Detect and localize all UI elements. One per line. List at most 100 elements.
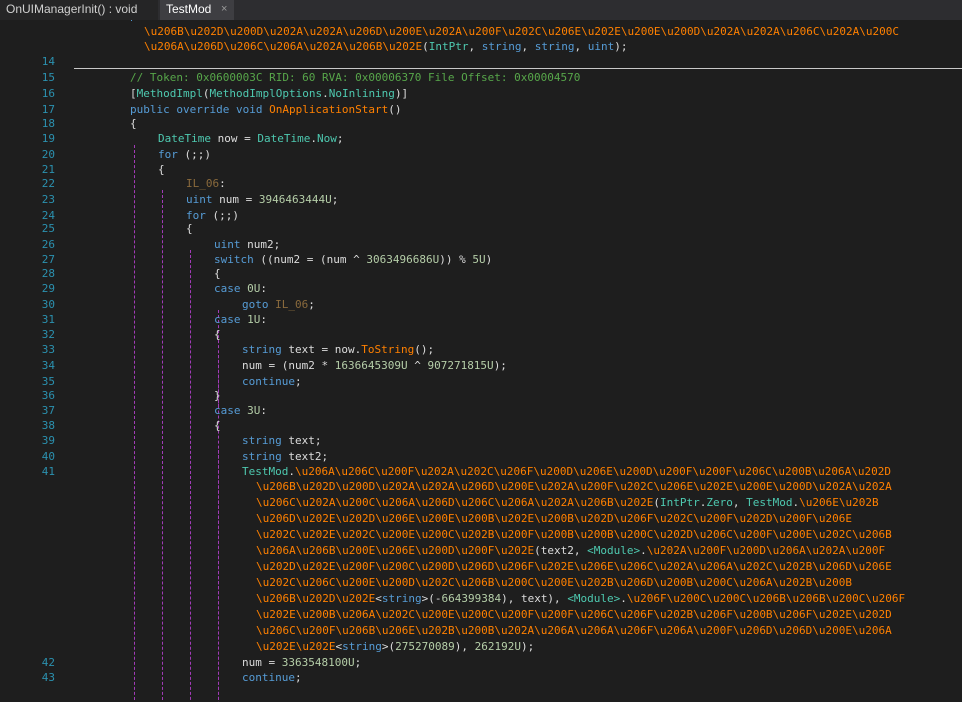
code-token: ; xyxy=(308,298,315,311)
code-token: switch xyxy=(214,253,254,266)
code-token: IL_06 xyxy=(275,298,309,311)
code-token: \u206D\u202E\u202D\u206E\u200E\u200B\u20… xyxy=(256,512,853,525)
line-number: 36 xyxy=(41,389,55,402)
code-token: ((num2 = (num ^ xyxy=(253,253,367,266)
code-token: <Module> xyxy=(567,592,621,605)
line-number: 20 xyxy=(41,148,55,161)
code-line: \u206C\u200F\u206B\u206E\u202B\u200B\u20… xyxy=(256,624,892,637)
code-line: \u202D\u202E\u200F\u200C\u200D\u206D\u20… xyxy=(256,560,892,573)
code-token: ; xyxy=(294,671,302,684)
code-token: \u206F\u200C\u200C\u206B\u206B\u200C\u20… xyxy=(626,592,906,605)
code-token: string xyxy=(481,40,522,53)
line-number: 40 xyxy=(41,450,55,463)
code-line: \u202C\u202E\u202C\u200E\u200C\u202B\u20… xyxy=(256,528,892,541)
code-token: 1636645309U xyxy=(334,359,408,372)
code-token: \u202D\u202E\u200F\u200C\u200D\u206D\u20… xyxy=(256,560,892,573)
indent-guide xyxy=(190,250,191,702)
code-token: ), xyxy=(454,640,475,653)
code-line: num = 3363548100U; xyxy=(242,656,361,669)
code-token: ( xyxy=(653,496,660,509)
code-token: Now xyxy=(316,132,337,145)
code-token: , xyxy=(468,40,482,53)
code-token: \u206A\u206D\u206C\u206A\u202A\u206B\u20… xyxy=(144,40,423,53)
code-token: for xyxy=(158,148,178,161)
code-token: <Module> xyxy=(587,544,641,557)
code-token: uint xyxy=(214,238,241,251)
code-token: for xyxy=(186,209,206,222)
code-token: . xyxy=(620,592,627,605)
code-token: IntPtr xyxy=(659,496,700,509)
line-number: 42 xyxy=(41,656,55,669)
tab-onuimanagerinit[interactable]: OnUIManagerInit() : void xyxy=(0,0,158,20)
line-number: 16 xyxy=(41,87,55,100)
line-number: 15 xyxy=(41,71,55,84)
code-token: 3363548100U xyxy=(281,656,355,669)
code-token: OnApplicationStart xyxy=(269,103,389,116)
code-token: } xyxy=(214,389,221,402)
code-token: 0U xyxy=(247,282,261,295)
code-line: DateTime now = DateTime.Now; xyxy=(158,132,343,145)
line-number: 27 xyxy=(41,253,55,266)
close-icon[interactable]: × xyxy=(221,0,227,19)
tab-label: OnUIManagerInit() : void xyxy=(6,2,138,16)
code-token: ) xyxy=(485,253,493,266)
code-token: num = xyxy=(212,193,259,206)
tab-label: TestMod xyxy=(166,2,212,16)
code-token: \u206B\u202D\u200D\u202A\u202A\u206D\u20… xyxy=(144,25,899,38)
code-token: , xyxy=(521,40,535,53)
code-token: (;;) xyxy=(205,209,239,222)
line-number: 39 xyxy=(41,434,55,447)
code-editor[interactable]: 13 private static extern int \u206A\u206C… xyxy=(0,20,962,702)
code-line: case 1U: xyxy=(214,313,267,326)
code-token: : xyxy=(260,282,267,295)
code-token: \u206C\u202A\u200C\u206A\u206D\u206C\u20… xyxy=(256,496,654,509)
code-token: : xyxy=(219,177,226,190)
code-token: 262192U xyxy=(474,640,521,653)
code-token: ), text), xyxy=(501,592,568,605)
code-token: . xyxy=(640,544,647,557)
code-token: { xyxy=(214,267,221,280)
line-number: 43 xyxy=(41,671,55,684)
code-token: DateTime xyxy=(257,132,311,145)
code-token: text; xyxy=(281,434,322,447)
code-token: (); xyxy=(414,343,435,356)
code-token: case xyxy=(214,404,248,417)
code-token: \u206B\u202D\u200D\u202A\u202A\u206D\u20… xyxy=(256,480,892,493)
code-line: TestMod.\u206A\u206C\u200F\u202A\u202C\u… xyxy=(242,465,891,478)
code-token: { xyxy=(130,117,137,130)
code-token: 907271815U xyxy=(427,359,494,372)
code-token: DateTime xyxy=(158,132,211,145)
code-token: % xyxy=(452,253,473,266)
code-token: MethodImplOptions xyxy=(209,87,323,100)
code-token: : xyxy=(260,404,267,417)
line-number: 13 xyxy=(0,20,55,22)
code-line: for (;;) xyxy=(186,209,239,222)
code-token: ); xyxy=(493,359,507,372)
code-token: case xyxy=(214,313,248,326)
tab-testmod[interactable]: TestMod × xyxy=(160,0,234,20)
code-token: , xyxy=(574,40,588,53)
code-line: IL_06: xyxy=(186,177,226,190)
code-token: case xyxy=(214,282,248,295)
code-line: // Token: 0x0600003C RID: 60 RVA: 0x0000… xyxy=(130,71,580,84)
code-line: switch ((num2 = (num ^ 3063496686U)) % 5… xyxy=(214,253,492,266)
code-line: { xyxy=(214,267,221,280)
code-token: \u206E\u202B xyxy=(799,496,879,509)
line-number: 25 xyxy=(41,222,55,235)
code-token: MethodImpl xyxy=(136,87,203,100)
code-token: NoInlining xyxy=(328,87,395,100)
code-token: { xyxy=(214,419,221,432)
line-number: 24 xyxy=(41,209,55,222)
code-line: \u206D\u202E\u202D\u206E\u200E\u200B\u20… xyxy=(256,512,852,525)
code-token: num2; xyxy=(240,238,281,251)
line-number: 33 xyxy=(41,343,55,356)
indent-guide xyxy=(134,145,135,702)
code-line: { xyxy=(214,419,221,432)
code-token: )] xyxy=(394,87,409,100)
code-line: uint num2; xyxy=(214,238,280,251)
code-token: 3063496686U xyxy=(366,253,440,266)
line-number: 38 xyxy=(41,419,55,432)
code-token: ); xyxy=(614,40,628,53)
code-token: string xyxy=(242,343,282,356)
code-token: \u202C\u202E\u202C\u200E\u200C\u202B\u20… xyxy=(256,528,892,541)
